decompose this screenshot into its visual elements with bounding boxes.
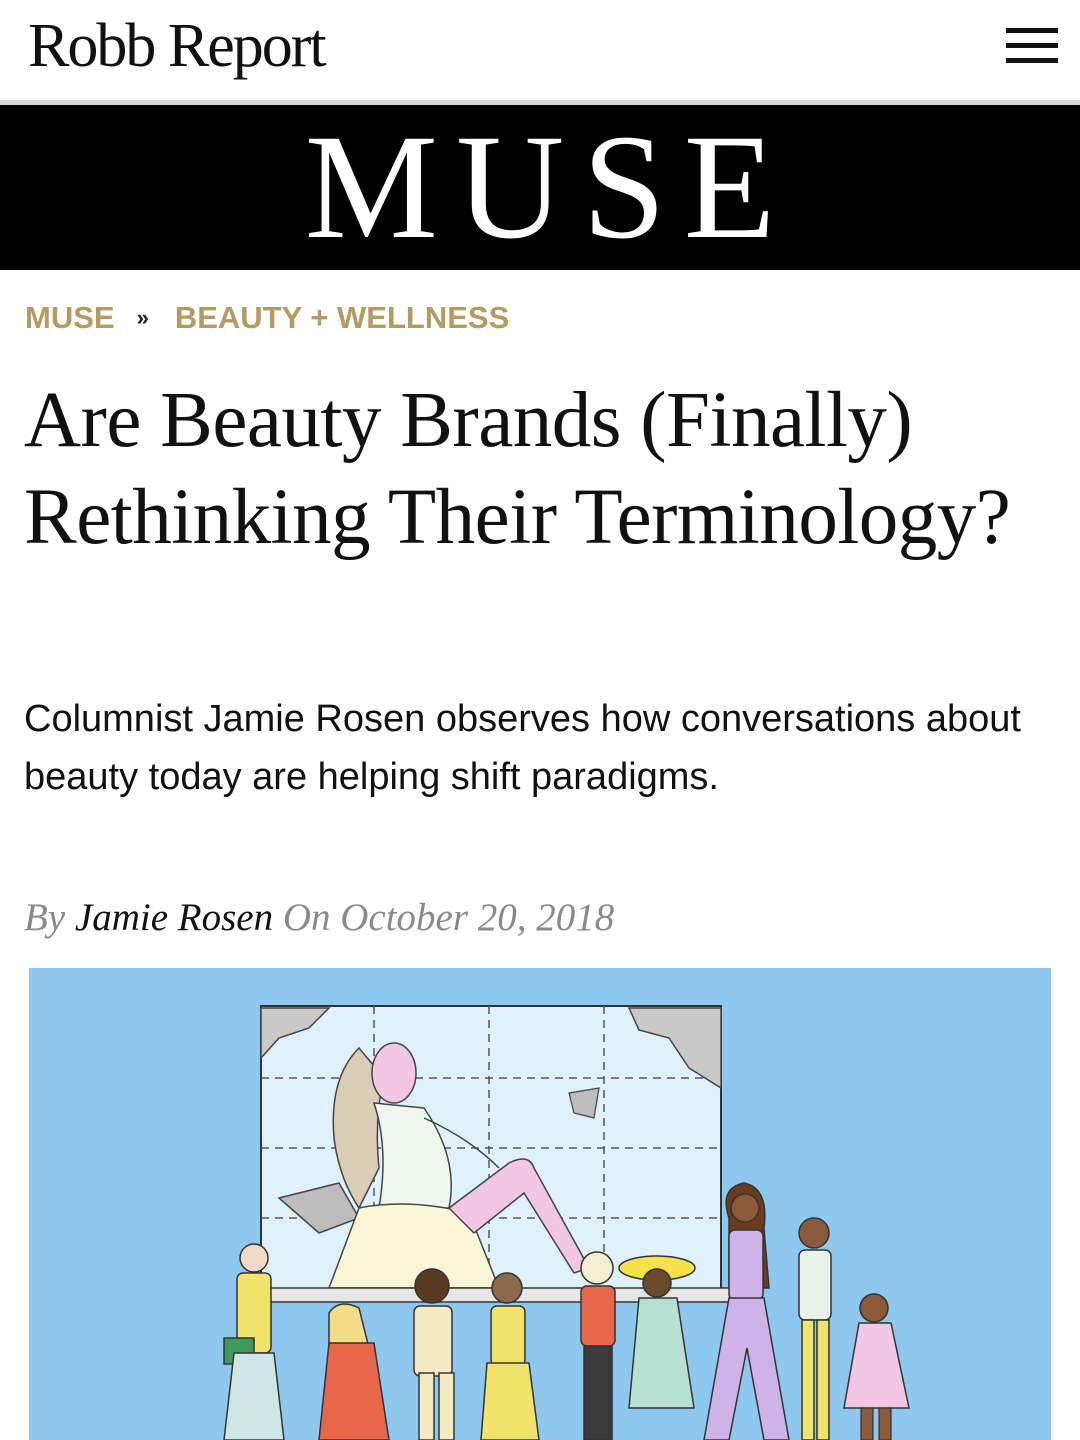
byline-by: By — [24, 896, 66, 939]
article-dek: Columnist Jamie Rosen observes how conve… — [24, 698, 1021, 798]
hero-illustration — [29, 968, 1051, 1440]
menu-line — [1006, 28, 1058, 33]
robb-report-logo[interactable]: Robb Report — [28, 6, 327, 86]
breadcrumb: MUSE » BEAUTY + WELLNESS — [25, 296, 509, 340]
menu-line — [1006, 58, 1058, 63]
hero-illustration-art — [29, 968, 1051, 1440]
article-byline: By Jamie Rosen On October 20, 2018 — [24, 890, 614, 946]
muse-section-banner[interactable]: MUSE — [0, 105, 1080, 270]
article-headline: Are Beauty Brands (Finally) Rethinking T… — [24, 377, 1011, 561]
breadcrumb-item-muse[interactable]: MUSE — [25, 300, 115, 335]
breadcrumb-item-beauty-wellness[interactable]: BEAUTY + WELLNESS — [175, 300, 509, 335]
menu-line — [1006, 43, 1058, 48]
byline-author-link[interactable]: Jamie Rosen — [75, 896, 273, 939]
byline-date: October 20, 2018 — [340, 896, 615, 939]
breadcrumb-separator: » — [136, 305, 149, 330]
hamburger-menu-icon[interactable] — [1004, 22, 1060, 70]
muse-banner-title: MUSE — [304, 104, 794, 270]
site-header: Robb Report — [0, 0, 1080, 100]
byline-on: On — [282, 896, 331, 939]
